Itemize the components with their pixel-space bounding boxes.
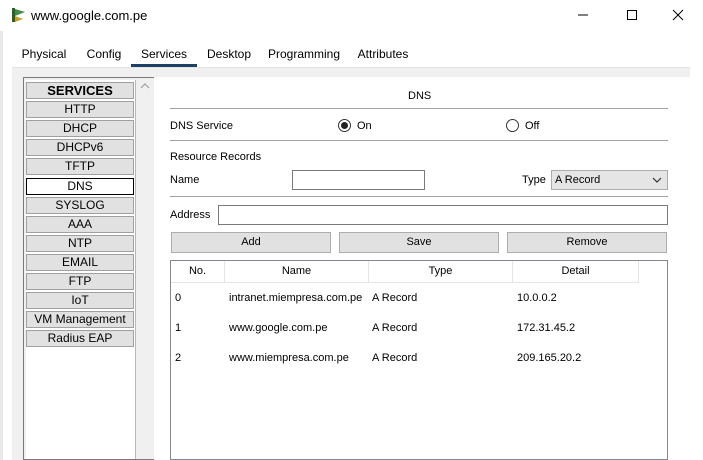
cell-no: 0 xyxy=(175,292,182,304)
cell-type: A Record xyxy=(372,352,418,364)
column-header-no[interactable]: No. xyxy=(171,261,225,283)
name-input[interactable] xyxy=(292,170,425,190)
app-icon xyxy=(12,8,25,22)
service-item-radius-eap[interactable]: Radius EAP xyxy=(26,330,134,347)
service-item-tftp[interactable]: TFTP xyxy=(26,158,134,175)
tab-programming[interactable]: Programming xyxy=(267,42,341,67)
cell-type: A Record xyxy=(372,292,418,304)
tab-config[interactable]: Config xyxy=(84,42,124,67)
resource-records-label: Resource Records xyxy=(170,151,262,163)
tab-label: Physical xyxy=(21,47,67,61)
maximize-icon xyxy=(627,10,637,20)
cell-name: www.miempresa.com.pe xyxy=(229,352,349,364)
tab-label: Attributes xyxy=(357,47,409,61)
cell-type: A Record xyxy=(372,322,418,334)
name-label: Name xyxy=(170,174,200,186)
column-header-detail[interactable]: Detail xyxy=(513,261,639,283)
service-item-aaa[interactable]: AAA xyxy=(26,216,134,233)
cell-no: 1 xyxy=(175,322,182,334)
window-title: www.google.com.pe xyxy=(31,8,148,23)
dns-off-radio[interactable] xyxy=(506,119,519,132)
tab-label: Desktop xyxy=(206,47,252,61)
dns-on-label: On xyxy=(357,120,372,132)
tab-label: Programming xyxy=(267,47,341,61)
service-item-iot[interactable]: IoT xyxy=(26,292,134,309)
services-scrollbar[interactable] xyxy=(136,78,154,459)
minimize-button[interactable] xyxy=(568,3,598,27)
divider xyxy=(170,140,668,141)
remove-button[interactable]: Remove xyxy=(507,232,667,253)
dns-service-label: DNS Service xyxy=(170,120,233,132)
service-item-vm-management[interactable]: VM Management xyxy=(26,311,134,328)
cell-no: 2 xyxy=(175,352,182,364)
dns-records-table: No. Name Type Detail 0 intranet.miempres… xyxy=(170,260,668,460)
column-header-name[interactable]: Name xyxy=(225,261,369,283)
column-header-type[interactable]: Type xyxy=(369,261,513,283)
tab-attributes[interactable]: Attributes xyxy=(353,42,413,67)
minimize-icon xyxy=(578,14,588,16)
chevron-down-icon xyxy=(652,177,662,183)
cell-detail: 10.0.0.2 xyxy=(517,292,557,304)
dns-title: DNS xyxy=(408,90,432,102)
tab-desktop[interactable]: Desktop xyxy=(203,42,255,67)
close-button[interactable] xyxy=(663,3,693,27)
service-item-ntp[interactable]: NTP xyxy=(26,235,134,252)
service-item-dhcpv6[interactable]: DHCPv6 xyxy=(26,139,134,156)
cell-name: www.google.com.pe xyxy=(229,322,328,334)
address-label: Address xyxy=(170,209,211,221)
service-item-syslog[interactable]: SYSLOG xyxy=(26,197,134,214)
service-item-dns[interactable]: DNS xyxy=(26,178,134,195)
type-select[interactable]: A Record xyxy=(551,170,668,190)
tab-physical[interactable]: Physical xyxy=(12,42,76,67)
tab-label: Services xyxy=(140,47,187,61)
services-list: SERVICES HTTP DHCP DHCPv6 TFTP DNS SYSLO… xyxy=(26,80,136,459)
window-edge xyxy=(0,31,3,460)
service-item-ftp[interactable]: FTP xyxy=(26,273,134,290)
save-button[interactable]: Save xyxy=(339,232,499,253)
cell-detail: 209.165.20.2 xyxy=(517,352,582,364)
add-button[interactable]: Add xyxy=(171,232,331,253)
divider xyxy=(170,196,668,197)
type-select-value: A Record xyxy=(555,174,601,186)
address-input[interactable] xyxy=(218,205,668,225)
services-panel: SERVICES HTTP DHCP DHCPv6 TFTP DNS SYSLO… xyxy=(23,77,154,460)
cell-detail: 172.31.45.2 xyxy=(517,322,576,334)
dns-off-label: Off xyxy=(525,120,540,132)
services-header: SERVICES xyxy=(26,82,134,99)
service-item-email[interactable]: EMAIL xyxy=(26,254,134,271)
scroll-up-icon[interactable] xyxy=(140,82,150,90)
dns-panel: DNS DNS Service On Off Resource Records … xyxy=(154,77,690,460)
service-item-http[interactable]: HTTP xyxy=(26,101,134,118)
title-bar: www.google.com.pe xyxy=(0,0,703,31)
maximize-button[interactable] xyxy=(617,3,647,27)
close-icon xyxy=(672,9,684,21)
dns-on-radio[interactable] xyxy=(338,119,351,132)
service-item-dhcp[interactable]: DHCP xyxy=(26,120,134,137)
tab-label: Config xyxy=(86,47,122,61)
tab-services[interactable]: Services xyxy=(131,42,197,67)
cell-name: intranet.miempresa.com.pe xyxy=(229,292,363,304)
radio-dot xyxy=(341,122,348,129)
type-label: Type xyxy=(522,174,546,186)
divider xyxy=(170,108,668,109)
